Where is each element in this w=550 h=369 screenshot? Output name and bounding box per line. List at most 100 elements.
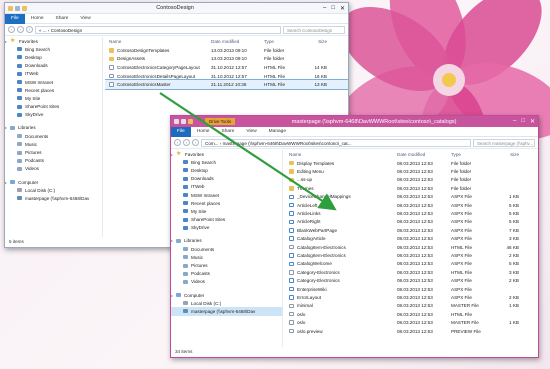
- nav-item-local-disk-c[interactable]: Local Disk (C:): [171, 299, 282, 307]
- nav-item-favorites[interactable]: ▸ ★ Favorites: [171, 150, 282, 158]
- nav-item-skydrive[interactable]: SkyDrive: [5, 111, 102, 119]
- tab-view[interactable]: View: [74, 14, 96, 24]
- file-row[interactable]: ContosoElectronicsCategoryPageLayout 31.1…: [105, 63, 348, 72]
- nav-item-podcasts[interactable]: Podcasts: [5, 157, 102, 165]
- nav-item-music[interactable]: Music: [5, 140, 102, 148]
- nav-item-pictures[interactable]: Pictures: [5, 148, 102, 156]
- column-date[interactable]: Date modified: [397, 152, 451, 157]
- column-name[interactable]: Name: [105, 39, 211, 44]
- column-size[interactable]: Size: [495, 152, 519, 157]
- file-row[interactable]: CatalogItem-Electronics 08.03.2013 12:53 H…: [285, 243, 538, 251]
- nav-item-bing-search[interactable]: Bing Search: [171, 158, 282, 166]
- file-row[interactable]: Category-Electronics 08.03.2013 12:53 ASPX…: [285, 276, 538, 284]
- file-row[interactable]: ...ss-up 08.03.2013 12:53 File folder: [285, 176, 538, 184]
- nav-item-my-site[interactable]: My Site: [5, 94, 102, 102]
- file-row[interactable]: DesignAssets 13.03.2013 09:10 File folder: [105, 55, 348, 64]
- quick-access-toolbar[interactable]: [8, 5, 27, 11]
- file-row[interactable]: ArticleLeft 08.03.2013 12:53 ASPX File 5 KB: [285, 201, 538, 209]
- up-icon[interactable]: ↑: [192, 139, 199, 146]
- file-row[interactable]: ContosoDesignTemplates 13.03.2013 09:10 Fi…: [105, 46, 348, 55]
- file-row[interactable]: CatalogArticle 08.03.2013 12:53 ASPX File 3…: [285, 235, 538, 243]
- tab-manage[interactable]: Manage: [263, 127, 292, 137]
- new-folder-icon[interactable]: [188, 119, 193, 124]
- file-row[interactable]: oslo.preview 08.03.2013 12:53 PREVIEW File: [285, 327, 538, 335]
- ribbon-tabs[interactable]: File Home Share View Manage: [171, 126, 538, 137]
- forward-icon[interactable]: ›: [17, 26, 24, 33]
- nav-item-local-disk-c[interactable]: Local Disk (C:): [5, 186, 102, 194]
- file-row[interactable]: ArticleRight 08.03.2013 12:53 ASPX File 5 K…: [285, 218, 538, 226]
- file-row[interactable]: EnterpriseWiki 08.03.2013 12:53 ASPX File: [285, 285, 538, 293]
- file-row[interactable]: Editing Menu 08.03.2013 12:53 File folder: [285, 167, 538, 175]
- nav-item-desktop[interactable]: Desktop: [5, 53, 102, 61]
- address-path[interactable]: « ... › ContosoDesign: [35, 25, 281, 34]
- file-row[interactable]: Display Templates 08.03.2013 12:53 File fo…: [285, 159, 538, 167]
- nav-item-music[interactable]: Music: [171, 253, 282, 261]
- tab-file[interactable]: File: [171, 126, 191, 137]
- file-row[interactable]: ArticleLinks 08.03.2013 12:53 ASPX File 5 K…: [285, 209, 538, 217]
- nav-item-libraries[interactable]: ▸ Libraries: [171, 237, 282, 245]
- tab-share[interactable]: Share: [50, 14, 75, 24]
- properties-icon[interactable]: [15, 5, 20, 11]
- nav-item-favorites[interactable]: ▸ ★ Favorites: [5, 37, 102, 45]
- nav-item-sharepoint-sites[interactable]: SharePoint Sites: [5, 103, 102, 111]
- column-type[interactable]: Type: [451, 152, 495, 157]
- nav-item-libraries[interactable]: ▸ Libraries: [5, 124, 102, 132]
- search-input[interactable]: Search masterpage (\\sphv...: [473, 138, 535, 147]
- search-input[interactable]: Search ContosoDesign: [283, 25, 345, 34]
- file-row[interactable]: CatalogItem-Electronics 08.03.2013 12:53 A…: [285, 251, 538, 259]
- column-size[interactable]: Size: [307, 39, 327, 44]
- title-bar[interactable]: Drive Tools masterpage (\\sphvm-6468\Dav…: [171, 116, 538, 127]
- column-type[interactable]: Type: [264, 39, 307, 44]
- file-row[interactable]: ContosoElectronicsMaster 21.11.2012 10:36…: [105, 79, 348, 90]
- back-icon[interactable]: ‹: [8, 26, 15, 33]
- drive-tools-context-tab[interactable]: Drive Tools: [205, 118, 236, 125]
- ribbon-tabs[interactable]: File Home Share View: [5, 13, 348, 24]
- tab-home[interactable]: Home: [25, 14, 50, 24]
- nav-item-msw-intranet[interactable]: MSW Intranet: [171, 191, 282, 199]
- properties-icon[interactable]: [181, 119, 186, 124]
- back-icon[interactable]: ‹: [174, 139, 181, 146]
- file-row[interactable]: oslo 08.03.2013 12:53 MASTER File 1 KB: [285, 318, 538, 326]
- address-path[interactable]: Com... › masterpage (\\sphvm-6468\DavWWW…: [201, 138, 471, 147]
- nav-item-downloads[interactable]: Downloads: [171, 175, 282, 183]
- explorer-window-masterpage[interactable]: Drive Tools masterpage (\\sphvm-6468\Dav…: [170, 115, 539, 358]
- tab-share[interactable]: Share: [216, 127, 241, 137]
- file-row[interactable]: oslo 08.03.2013 12:53 HTML File: [285, 310, 538, 318]
- file-row[interactable]: minimal 08.03.2013 12:53 MASTER File 1 KB: [285, 302, 538, 310]
- nav-item-itweb[interactable]: ITWeb: [171, 183, 282, 191]
- nav-item-documents[interactable]: Documents: [5, 132, 102, 140]
- nav-item-podcasts[interactable]: Podcasts: [171, 270, 282, 278]
- close-icon[interactable]: ✕: [340, 5, 345, 12]
- close-icon[interactable]: ✕: [530, 118, 535, 125]
- column-date[interactable]: Date modified: [211, 39, 264, 44]
- minimize-icon[interactable]: –: [323, 5, 326, 12]
- file-row[interactable]: _DeviceChannelMappings 08.03.2013 12:53 AS…: [285, 193, 538, 201]
- file-row[interactable]: Category-Electronics 08.03.2013 12:53 HTML…: [285, 268, 538, 276]
- nav-item-videos[interactable]: Videos: [5, 165, 102, 173]
- forward-icon[interactable]: ›: [183, 139, 190, 146]
- nav-item-itweb[interactable]: ITWeb: [5, 70, 102, 78]
- nav-item-skydrive[interactable]: SkyDrive: [171, 224, 282, 232]
- file-row[interactable]: CatalogWelcome 08.03.2013 12:53 ASPX File 5…: [285, 260, 538, 268]
- nav-item-recent-places[interactable]: Recent places: [5, 86, 102, 94]
- nav-item-downloads[interactable]: Downloads: [5, 62, 102, 70]
- file-row[interactable]: ErrorLayout 08.03.2013 12:53 ASPX File 2 KB: [285, 293, 538, 301]
- maximize-icon[interactable]: □: [331, 5, 335, 12]
- nav-item-masterpage-sphvm-6468-dav[interactable]: masterpage (\\sphvm-6468\Dav: [5, 194, 102, 202]
- nav-item-computer[interactable]: ▸ Computer: [5, 178, 102, 186]
- file-row[interactable]: Themes 08.03.2013 12:53 File folder: [285, 184, 538, 192]
- nav-item-desktop[interactable]: Desktop: [171, 166, 282, 174]
- nav-item-bing-search[interactable]: Bing Search: [5, 45, 102, 53]
- nav-item-my-site[interactable]: My Site: [171, 207, 282, 215]
- nav-item-computer[interactable]: ▸ Computer: [171, 291, 282, 299]
- tab-file[interactable]: File: [5, 13, 25, 24]
- nav-item-sharepoint-sites[interactable]: SharePoint Sites: [171, 216, 282, 224]
- tab-home[interactable]: Home: [191, 127, 216, 137]
- nav-item-videos[interactable]: Videos: [171, 278, 282, 286]
- file-row[interactable]: BlankWebPartPage 08.03.2013 12:53 ASPX Fil…: [285, 226, 538, 234]
- tab-view[interactable]: View: [240, 127, 262, 137]
- nav-item-recent-places[interactable]: Recent places: [171, 199, 282, 207]
- up-icon[interactable]: ↑: [26, 26, 33, 33]
- nav-item-pictures[interactable]: Pictures: [171, 261, 282, 269]
- window-controls[interactable]: – □ ✕: [323, 5, 345, 12]
